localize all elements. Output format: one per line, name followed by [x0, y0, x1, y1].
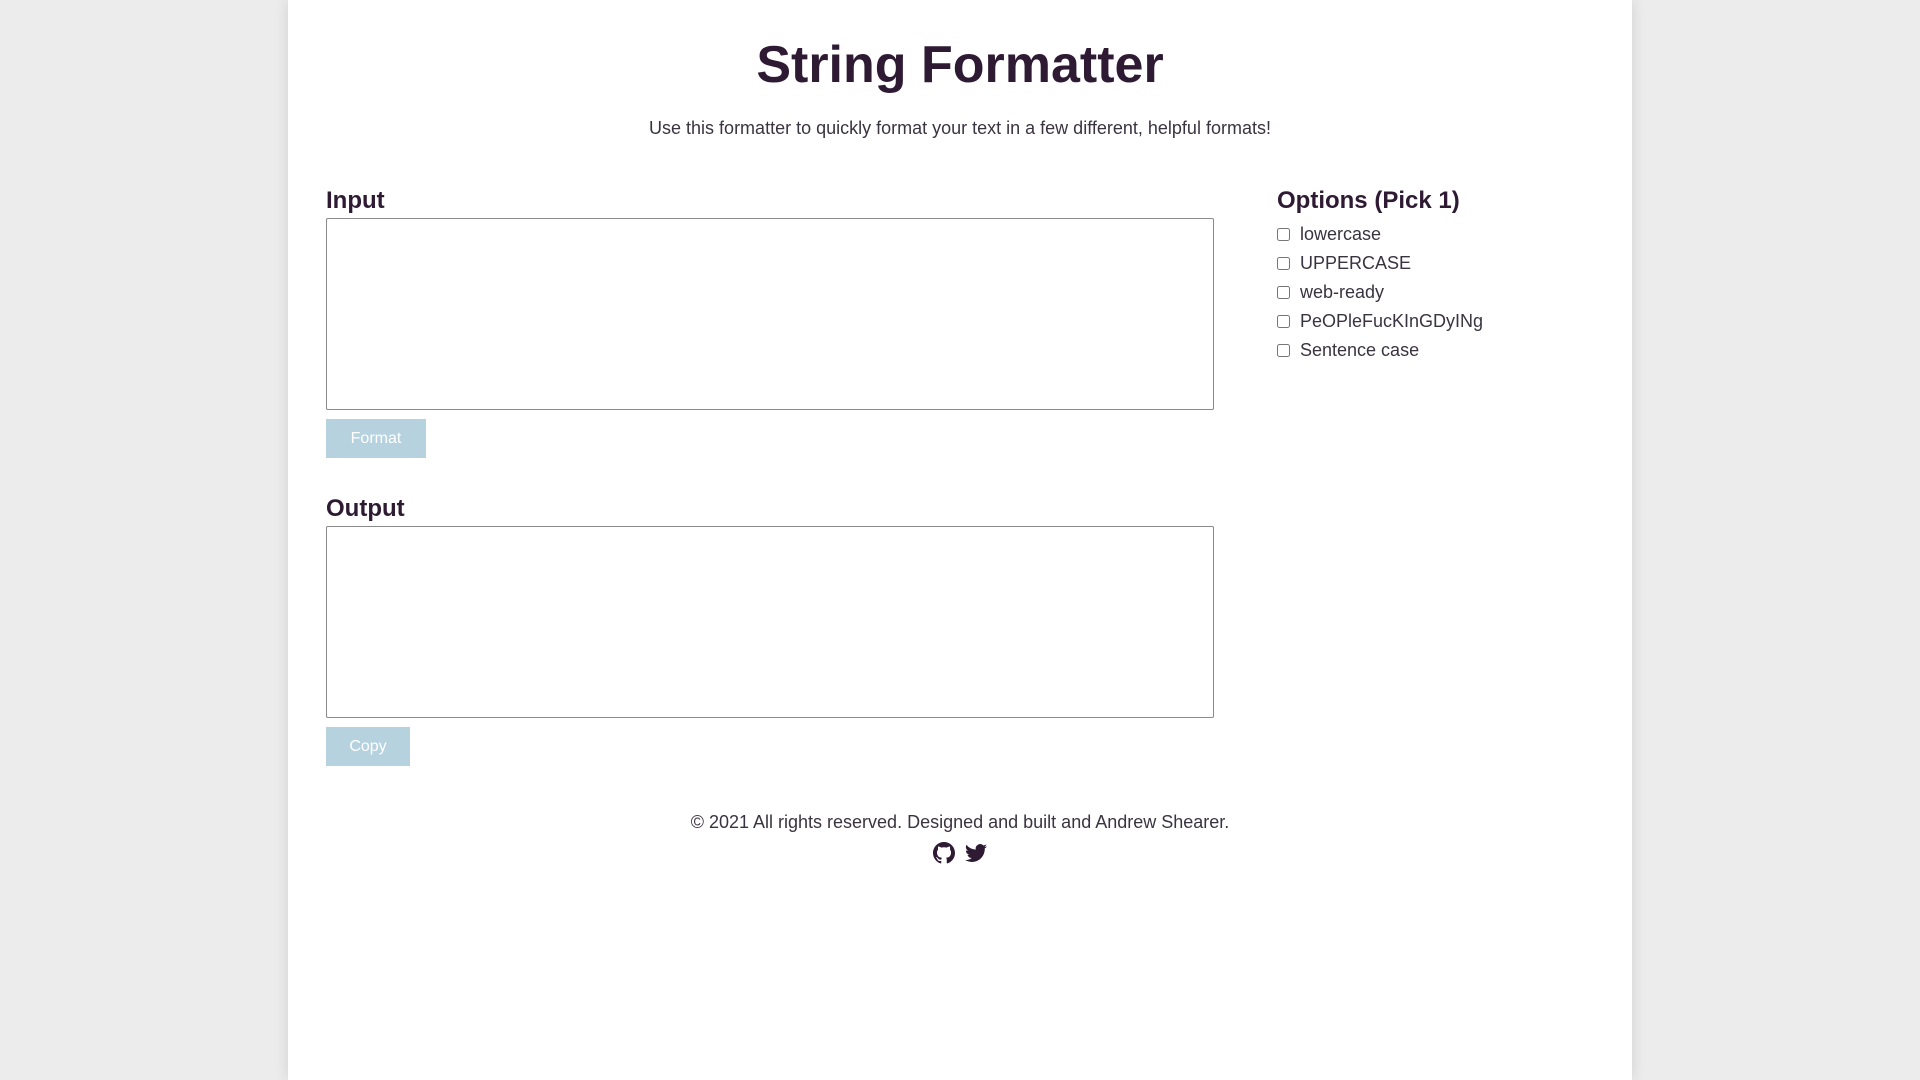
option-lowercase-checkbox[interactable]: [1277, 228, 1290, 241]
option-lowercase[interactable]: lowercase: [1277, 220, 1483, 249]
option-label: PeOPleFucKInGDyINg: [1300, 311, 1484, 331]
option-label: Sentence case: [1300, 340, 1420, 360]
format-button[interactable]: Format: [326, 419, 426, 458]
footer-copyright: © 2021 All rights reserved. Designed and…: [690, 812, 1230, 832]
option-label: UPPERCASE: [1300, 253, 1412, 273]
input-textarea[interactable]: [326, 218, 1214, 410]
option-uppercase-checkbox[interactable]: [1277, 257, 1290, 270]
input-label: Input: [326, 187, 385, 214]
option-label: lowercase: [1300, 224, 1382, 244]
twitter-icon[interactable]: [965, 842, 987, 864]
copy-button[interactable]: Copy: [326, 727, 410, 766]
option-uppercase[interactable]: UPPERCASE: [1277, 249, 1483, 278]
option-label: web-ready: [1300, 282, 1385, 302]
option-mocking-case[interactable]: PeOPleFucKInGDyINg: [1277, 307, 1483, 336]
page-container: String Formatter Use this formatter to q…: [288, 0, 1632, 1080]
footer-social-links: [288, 842, 1632, 864]
footer: © 2021 All rights reserved. Designed and…: [288, 810, 1632, 864]
github-icon[interactable]: [933, 842, 955, 864]
options-title: Options (Pick 1): [1277, 187, 1460, 214]
output-label: Output: [326, 495, 405, 522]
option-mocking-case-checkbox[interactable]: [1277, 315, 1290, 328]
output-textarea[interactable]: [326, 526, 1214, 718]
option-web-ready[interactable]: web-ready: [1277, 278, 1483, 307]
page-subtitle: Use this formatter to quickly format you…: [649, 118, 1271, 138]
option-sentence-case-checkbox[interactable]: [1277, 344, 1290, 357]
option-web-ready-checkbox[interactable]: [1277, 286, 1290, 299]
page-title: String Formatter: [756, 36, 1164, 94]
option-sentence-case[interactable]: Sentence case: [1277, 336, 1483, 365]
options-panel: Options (Pick 1) lowercase UPPERCASE web…: [1277, 186, 1483, 365]
